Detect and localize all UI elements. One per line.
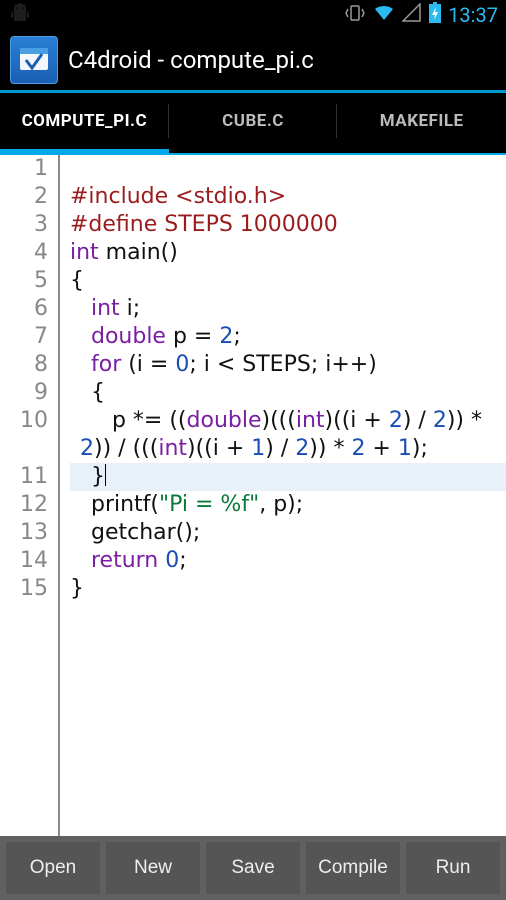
signal-icon <box>402 3 422 27</box>
code-line[interactable]: { <box>70 379 506 407</box>
save-button[interactable]: Save <box>206 842 300 894</box>
line-number: 15 <box>0 575 48 603</box>
line-number: 8 <box>0 351 48 379</box>
tab-computepic[interactable]: COMPUTE_PI.C <box>0 93 169 153</box>
line-number: 5 <box>0 267 48 295</box>
wifi-icon <box>372 3 396 27</box>
line-gutter: 123456789101112131415 <box>0 155 60 839</box>
line-number: 3 <box>0 211 48 239</box>
line-number: 7 <box>0 323 48 351</box>
code-line[interactable]: } <box>70 575 506 603</box>
bottom-toolbar: OpenNewSaveCompileRun <box>0 836 506 900</box>
tab-bar: COMPUTE_PI.CCUBE.CMAKEFILE <box>0 93 506 153</box>
code-line[interactable]: } <box>70 463 506 491</box>
line-number: 1 <box>0 155 48 183</box>
line-number: 13 <box>0 519 48 547</box>
line-number: 6 <box>0 295 48 323</box>
clock-time: 13:37 <box>448 3 498 27</box>
line-number: 14 <box>0 547 48 575</box>
code-area[interactable]: #include <stdio.h>#define STEPS 1000000i… <box>60 155 506 839</box>
code-line[interactable]: p *= ((double)(((int)((i + 2) / 2)) * 2)… <box>70 407 506 463</box>
open-button[interactable]: Open <box>6 842 100 894</box>
code-line[interactable]: for (i = 0; i < STEPS; i++) <box>70 351 506 379</box>
run-button[interactable]: Run <box>406 842 500 894</box>
line-number: 11 <box>0 463 48 491</box>
line-number: 9 <box>0 379 48 407</box>
android-logo <box>8 3 32 27</box>
action-bar: C4droid - compute_pi.c <box>0 30 506 90</box>
text-cursor <box>105 464 106 486</box>
code-line[interactable]: getchar(); <box>70 519 506 547</box>
line-number: 12 <box>0 491 48 519</box>
tab-makefile[interactable]: MAKEFILE <box>337 93 506 153</box>
tab-cubec[interactable]: CUBE.C <box>169 93 338 153</box>
code-line[interactable]: #include <stdio.h> <box>70 183 506 211</box>
page-title: C4droid - compute_pi.c <box>68 46 314 74</box>
new-button[interactable]: New <box>106 842 200 894</box>
line-number: 10 <box>0 407 48 463</box>
code-line[interactable]: { <box>70 267 506 295</box>
code-editor[interactable]: 123456789101112131415 #include <stdio.h>… <box>0 155 506 839</box>
compile-button[interactable]: Compile <box>306 842 400 894</box>
app-icon[interactable] <box>10 36 58 84</box>
code-line[interactable] <box>70 155 506 183</box>
line-number: 4 <box>0 239 48 267</box>
line-number: 2 <box>0 183 48 211</box>
code-line[interactable]: return 0; <box>70 547 506 575</box>
code-line[interactable]: double p = 2; <box>70 323 506 351</box>
status-bar: 13:37 <box>0 0 506 30</box>
code-line[interactable]: #define STEPS 1000000 <box>70 211 506 239</box>
code-line[interactable]: int i; <box>70 295 506 323</box>
code-line[interactable]: printf("Pi = %f", p); <box>70 491 506 519</box>
code-line[interactable]: int main() <box>70 239 506 267</box>
vibrate-icon <box>344 3 366 27</box>
battery-icon <box>428 2 442 28</box>
